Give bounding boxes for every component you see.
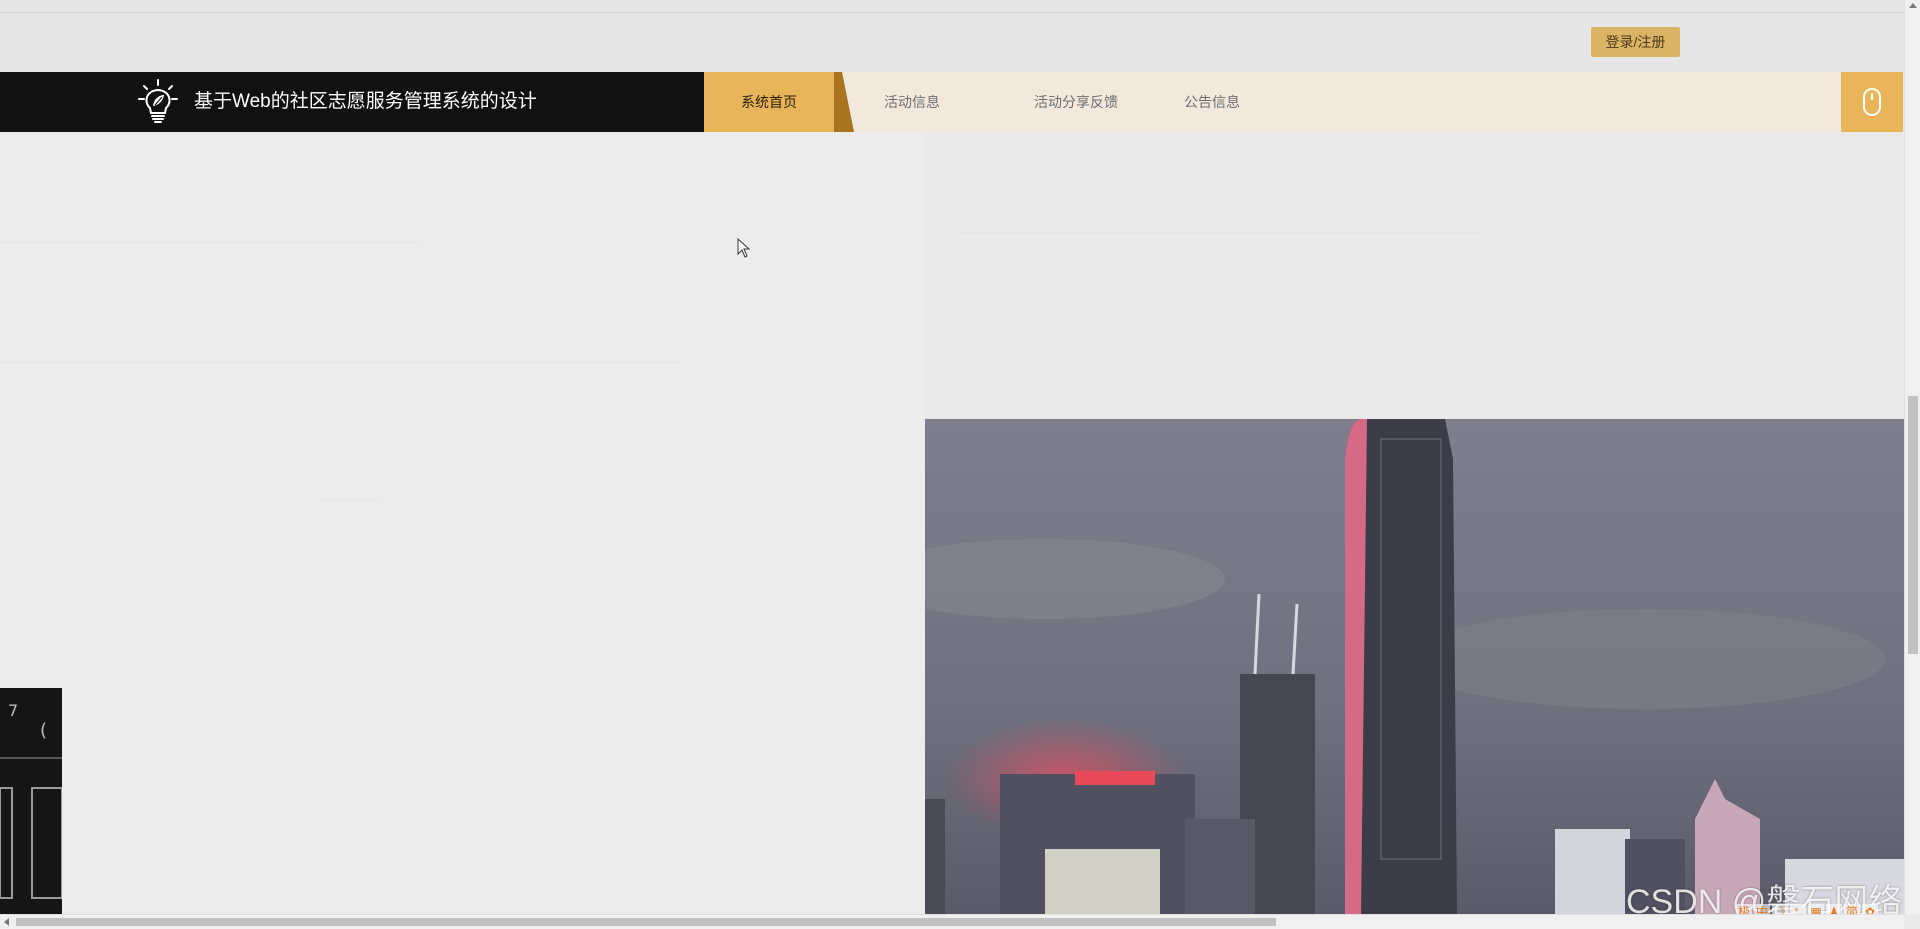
dark-thumbnail-image: 7 ( <box>0 688 62 914</box>
nav-item-home[interactable]: 系统首页 <box>704 72 834 132</box>
content-area-faded <box>0 132 1480 914</box>
scroll-up-arrow-icon[interactable] <box>1909 3 1917 8</box>
mouse-icon <box>1863 88 1881 116</box>
svg-text:7: 7 <box>8 701 18 720</box>
svg-text:(: ( <box>40 720 47 741</box>
nav-item-activities[interactable]: 活动信息 <box>884 72 940 132</box>
nav-item-activity-feedback[interactable]: 活动分享反馈 <box>1034 72 1118 132</box>
city-night-banner-image <box>925 419 1904 914</box>
nav-active-wedge <box>834 72 854 132</box>
faded-divider <box>0 242 420 243</box>
horizontal-scrollbar[interactable] <box>0 914 1904 929</box>
vertical-scrollbar[interactable] <box>1904 0 1920 914</box>
faded-divider <box>0 362 680 363</box>
site-title: 基于Web的社区志愿服务管理系统的设计 <box>194 91 537 112</box>
brand-area: 基于Web的社区志愿服务管理系统的设计 <box>0 72 704 132</box>
login-register-button[interactable]: 登录/注册 <box>1591 27 1680 57</box>
faded-divider <box>320 500 380 501</box>
mouse-scroll-button[interactable] <box>1841 72 1903 132</box>
faded-divider <box>960 232 1480 233</box>
lightbulb-leaf-icon <box>136 78 180 126</box>
vertical-scrollbar-thumb[interactable] <box>1908 396 1918 654</box>
main-navbar: 基于Web的社区志愿服务管理系统的设计 系统首页 活动信息 活动分享反馈 公告信… <box>0 72 1903 132</box>
browser-top-edge <box>0 0 1905 13</box>
mouse-pointer-icon <box>737 237 751 263</box>
horizontal-scrollbar-thumb[interactable] <box>16 918 1276 926</box>
scroll-left-arrow-icon[interactable] <box>4 918 9 926</box>
nav-item-announcements[interactable]: 公告信息 <box>1184 72 1240 132</box>
